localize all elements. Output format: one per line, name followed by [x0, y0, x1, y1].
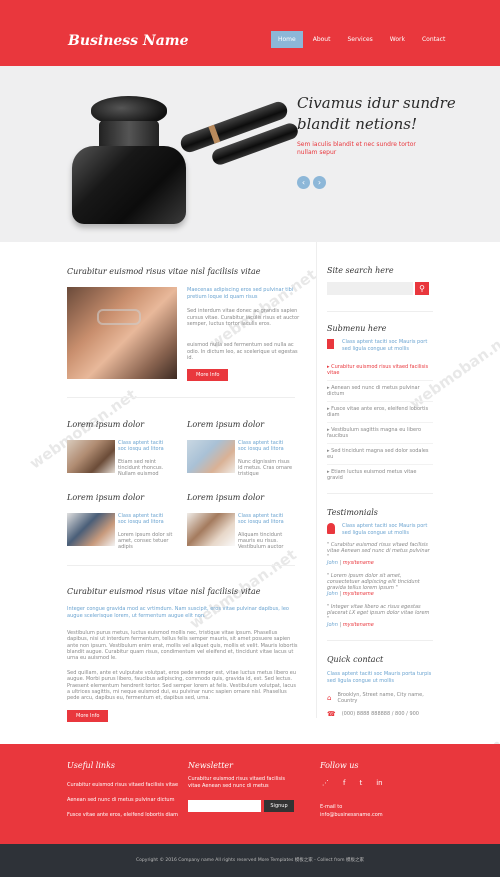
- submenu-item[interactable]: ▸ Sed tincidunt magna sed dolor sodales …: [327, 444, 433, 465]
- staff-title: Lorem ipsum dolor: [187, 420, 265, 429]
- user-icon: [327, 523, 335, 534]
- footer-link[interactable]: Curabitur euismod risus vitaed facilisis…: [67, 782, 178, 788]
- home-icon: ⌂: [327, 694, 332, 702]
- nav-work[interactable]: Work: [383, 31, 412, 48]
- submenu-item[interactable]: ▸ Etiam luctus euismod metus vitae gravi…: [327, 465, 433, 485]
- staff-photo: [187, 440, 235, 473]
- divider: [327, 311, 433, 312]
- search-title: Site search here: [327, 266, 394, 275]
- divider: [67, 397, 295, 398]
- staff-title: Lorem ipsum dolor: [187, 493, 265, 502]
- newsletter-email-input[interactable]: [188, 800, 261, 812]
- divider: [327, 493, 433, 494]
- search-icon[interactable]: ⚲: [415, 282, 429, 295]
- article-title: Curabitur euismod risus vitae nisl facil…: [67, 587, 261, 596]
- article-more-button[interactable]: More Info: [67, 710, 109, 722]
- signup-button[interactable]: Signup: [264, 800, 294, 812]
- nav-services[interactable]: Services: [340, 31, 379, 48]
- newsletter-text: Curabitur euismod risus vitaed facilisis…: [188, 776, 286, 789]
- submenu-item[interactable]: ▸ Aenean sed nunc di metus pulvinar dict…: [327, 381, 433, 402]
- nav-home[interactable]: Home: [271, 31, 303, 48]
- site-footer: Useful links Curabitur euismod risus vit…: [0, 744, 500, 844]
- staff-text: Aliquam tincidunt mauris eu risus. Vesti…: [238, 532, 284, 550]
- article-paragraph: Vestibulum purus metus, luctus euismod m…: [67, 630, 298, 662]
- next-arrow-icon[interactable]: ›: [313, 176, 326, 189]
- rss-icon[interactable]: ⋰: [322, 779, 329, 787]
- feature-text-2: euismod nulla sed fermentum sed nulla ac…: [187, 342, 298, 361]
- quote: " Integer vitae libero ac risus egestas …: [327, 604, 430, 628]
- footer-email[interactable]: info@businessname.com: [320, 812, 383, 818]
- follow-title: Follow us: [320, 761, 359, 770]
- article-paragraph: Sed quillam, ante et vulputate volutpat,…: [67, 670, 296, 702]
- contact-address: Brooklyn, Street name, City name, Countr…: [337, 692, 424, 704]
- hero-title: Civamus idur sundre blandit netions!: [297, 94, 456, 133]
- submenu-item[interactable]: ▸ Vestibulum sagittis magna eu libero fa…: [327, 423, 433, 444]
- contact-title: Quick contact: [327, 655, 384, 664]
- feature-link[interactable]: Maecenas adipiscing eros sed pulvinar ti…: [187, 287, 305, 300]
- staff-link[interactable]: Class aptent taciti soc iosqu ad litora: [118, 513, 173, 525]
- staff-photo: [67, 440, 115, 473]
- copyright: Copyright © 2016 Company name All rights…: [0, 844, 500, 877]
- phone-icon: ☎: [327, 710, 336, 718]
- submenu-intro: Class aptent taciti soc Mauris port sed …: [342, 339, 428, 352]
- feature-more-button[interactable]: More Info: [187, 369, 229, 381]
- staff-photo: [67, 513, 115, 546]
- staff-text: Lorem ipsum dolor sit amet, consec tetue…: [118, 532, 173, 550]
- site-header: Business Name Home About Services Work C…: [0, 0, 500, 66]
- feature-title: Curabitur euismod risus vitae nisl facil…: [67, 267, 261, 276]
- footer-link[interactable]: Aenean sed nunc di metus pulvinar dictum: [67, 797, 174, 803]
- footer-links-title: Useful links: [67, 761, 116, 770]
- testimonials-title: Testimonials: [327, 508, 378, 517]
- contact-intro: Class aptent taciti soc Mauris porta tur…: [327, 671, 432, 684]
- quote: " Curabitur euismod risus vitaed facilis…: [327, 542, 430, 566]
- quote: " Lorem ipsum dolor sit amet, consectetu…: [327, 573, 420, 597]
- article-lead: Integer congue gravida mod ac vrtimdum. …: [67, 606, 289, 619]
- submenu-item[interactable]: ▸ Fusce vitae ante eros, eleifend lobort…: [327, 402, 433, 423]
- staff-text: Nunc dignissim risus id metus. Cras orna…: [238, 459, 293, 477]
- staff-link[interactable]: Class aptent taciti soc iosqu ad litora: [238, 440, 293, 452]
- staff-link[interactable]: Class aptent taciti soc iosqu ad litora: [238, 513, 293, 525]
- testimonials-intro: Class aptent taciti soc Mauris port sed …: [342, 523, 428, 536]
- main-nav: Home About Services Work Contact: [271, 31, 455, 48]
- submenu-title: Submenu here: [327, 324, 387, 333]
- hero-text: Sem iaculis blandit et nec sundre tortor…: [297, 141, 416, 156]
- email-label: E-mail to: [320, 804, 343, 810]
- site-logo[interactable]: Business Name: [68, 33, 189, 49]
- newsletter-title: Newsletter: [188, 761, 233, 770]
- nav-about[interactable]: About: [306, 31, 338, 48]
- facebook-icon[interactable]: f: [343, 779, 345, 787]
- prev-arrow-icon[interactable]: ‹: [297, 176, 310, 189]
- footer-link[interactable]: Fusce vitae ante eros, eleifend lobortis…: [67, 812, 178, 818]
- divider: [67, 565, 295, 566]
- divider: [327, 640, 433, 641]
- staff-title: Lorem ipsum dolor: [67, 420, 145, 429]
- staff-link[interactable]: Class aptent taciti soc iosqu ad litora: [118, 440, 173, 452]
- staff-photo: [187, 513, 235, 546]
- feature-text-1: Sed interdum vitae donec ac grandis sapi…: [187, 308, 300, 327]
- staff-title: Lorem ipsum dolor: [67, 493, 145, 502]
- contact-phone: (000) 8888 888888 / 800 / 900: [341, 711, 419, 717]
- ink-bottle-image: [72, 146, 186, 224]
- submenu-item[interactable]: ▸ Curabitur euismod risus vitaed facilis…: [327, 360, 433, 381]
- twitter-icon[interactable]: t: [359, 779, 362, 787]
- linkedin-icon[interactable]: in: [376, 779, 382, 787]
- search-input[interactable]: [327, 282, 413, 295]
- staff-text: Etiam sed reint tincidunt rhoncus. Nulla…: [118, 459, 164, 477]
- feature-photo: [67, 287, 177, 379]
- document-icon: [327, 339, 334, 349]
- nav-contact[interactable]: Contact: [415, 31, 452, 48]
- sidebar: Site search here ⚲ Submenu here Class ap…: [316, 242, 433, 718]
